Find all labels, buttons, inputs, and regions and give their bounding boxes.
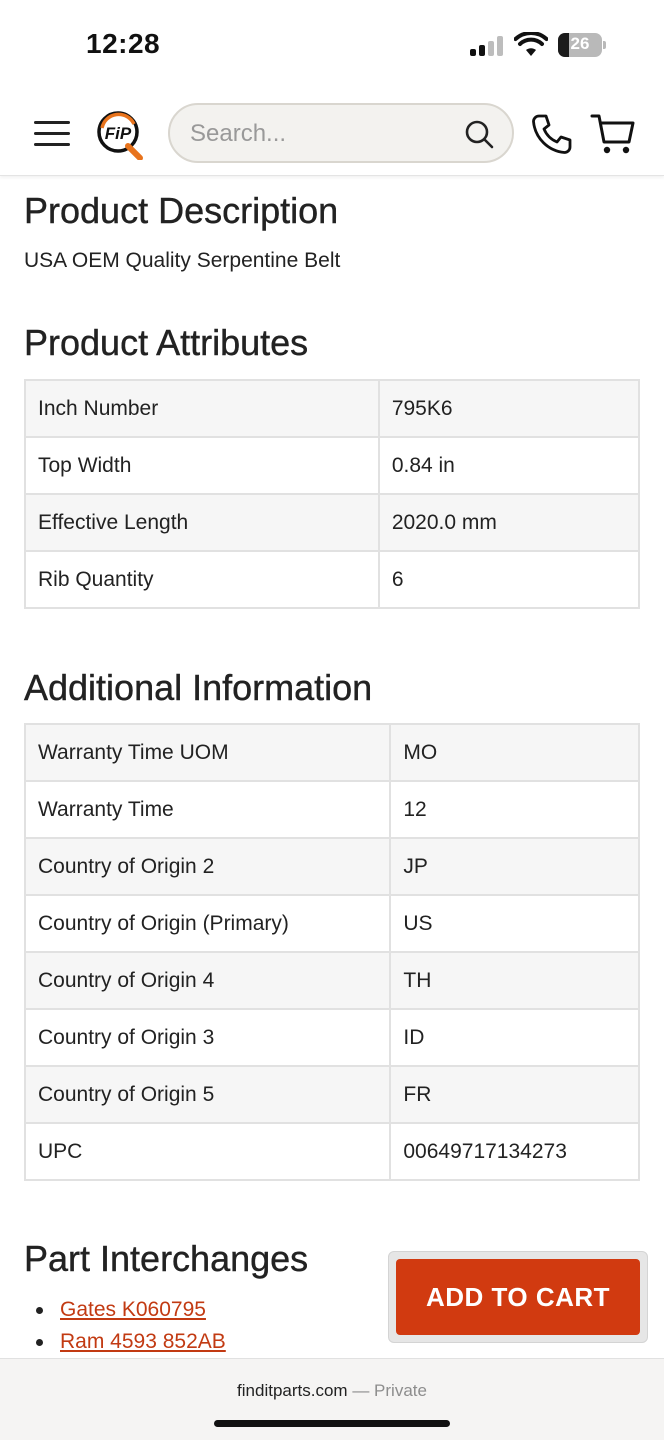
site-header: FiP (0, 90, 664, 176)
attribute-label: Inch Number (24, 379, 380, 438)
attribute-value: 0.84 in (377, 436, 641, 495)
table-row: Warranty Time UOM MO (23, 723, 640, 782)
part-interchanges-heading: Part Interchanges (24, 1238, 309, 1279)
info-label: Warranty Time UOM (23, 723, 392, 782)
logo-text: FiP (105, 124, 132, 143)
battery-icon: 26 (558, 33, 606, 57)
search-icon[interactable] (464, 119, 494, 149)
url-domain: finditparts.com (237, 1381, 348, 1400)
info-value: ID (389, 1008, 640, 1067)
private-mode-label: Private (374, 1381, 427, 1400)
info-label: Country of Origin (Primary) (23, 894, 392, 953)
url-line[interactable]: finditparts.com — Private (0, 1381, 664, 1401)
info-label: UPC (23, 1122, 392, 1181)
info-value: JP (389, 837, 640, 896)
product-description-heading: Product Description (24, 190, 339, 231)
product-attributes-heading: Product Attributes (24, 322, 309, 363)
finditparts-logo[interactable]: FiP (96, 110, 146, 160)
home-indicator[interactable] (214, 1420, 450, 1427)
list-item: Gates K060795 (36, 1294, 226, 1326)
table-row: Country of Origin 2 JP (23, 837, 640, 896)
info-value: TH (389, 951, 640, 1010)
table-row: Rib Quantity 6 (24, 550, 641, 609)
table-row: Warranty Time 12 (23, 780, 640, 839)
interchange-list: Gates K060795 Ram 4593 852AB (36, 1294, 226, 1358)
info-value: 12 (389, 780, 640, 839)
table-row: UPC 00649717134273 (23, 1122, 640, 1181)
attribute-label: Rib Quantity (24, 550, 380, 609)
info-value: FR (389, 1065, 640, 1124)
table-row: Inch Number 795K6 (24, 379, 641, 438)
info-label: Country of Origin 3 (23, 1008, 392, 1067)
product-description-text: USA OEM Quality Serpentine Belt (24, 249, 341, 272)
attribute-value: 2020.0 mm (377, 493, 641, 552)
table-row: Country of Origin 3 ID (23, 1008, 640, 1067)
attribute-label: Top Width (24, 436, 380, 495)
cellular-signal-icon (470, 36, 506, 56)
table-row: Top Width 0.84 in (24, 436, 641, 495)
status-time: 12:28 (86, 28, 161, 59)
info-label: Country of Origin 2 (23, 837, 392, 896)
url-separator: — (352, 1381, 370, 1400)
status-bar: 12:28 26 (0, 0, 664, 90)
info-label: Country of Origin 4 (23, 951, 392, 1010)
attribute-value: 6 (377, 550, 641, 609)
table-row: Country of Origin 5 FR (23, 1065, 640, 1124)
search-input[interactable] (190, 117, 460, 151)
info-label: Country of Origin 5 (23, 1065, 392, 1124)
wifi-icon (514, 32, 548, 56)
battery-percentage: 26 (570, 34, 590, 53)
info-value: 00649717134273 (389, 1122, 640, 1181)
table-row: Country of Origin 4 TH (23, 951, 640, 1010)
hamburger-menu-icon[interactable] (34, 120, 70, 148)
interchange-link[interactable]: Gates K060795 (60, 1298, 206, 1321)
table-row: Country of Origin (Primary) US (23, 894, 640, 953)
info-label: Warranty Time (23, 780, 392, 839)
search-bar[interactable] (168, 103, 514, 163)
additional-information-table: Warranty Time UOM MO Warranty Time 12 Co… (23, 723, 640, 1181)
product-attributes-table: Inch Number 795K6 Top Width 0.84 in Effe… (24, 379, 641, 609)
phone-icon[interactable] (530, 112, 574, 156)
info-value: US (389, 894, 640, 953)
attribute-label: Effective Length (24, 493, 380, 552)
info-value: MO (389, 723, 640, 782)
attribute-value: 795K6 (377, 379, 641, 438)
add-to-cart-button[interactable]: ADD TO CART (396, 1259, 640, 1335)
interchange-link[interactable]: Ram 4593 852AB (60, 1330, 226, 1353)
cart-icon[interactable] (590, 112, 636, 156)
list-item: Ram 4593 852AB (36, 1326, 226, 1358)
browser-address-bar[interactable]: finditparts.com — Private (0, 1358, 664, 1440)
additional-information-heading: Additional Information (24, 667, 373, 708)
table-row: Effective Length 2020.0 mm (24, 493, 641, 552)
